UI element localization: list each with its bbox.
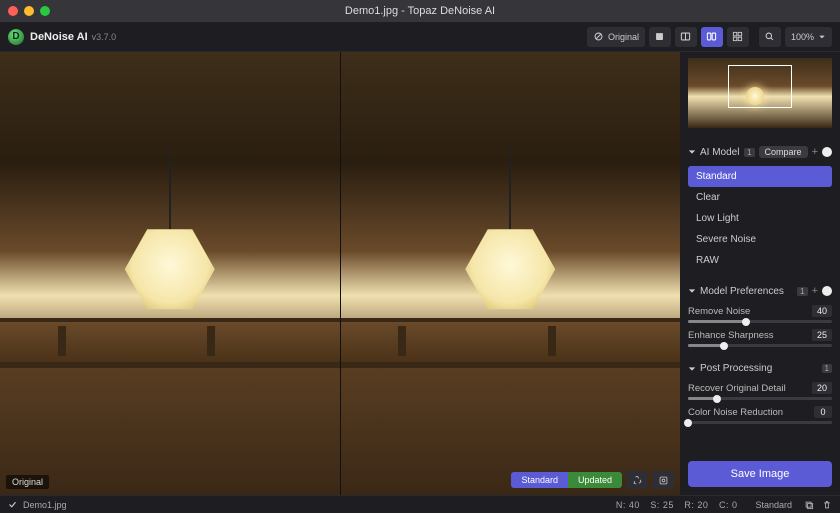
app-name: DeNoise AI: [30, 31, 88, 43]
zoom-window-button[interactable]: [40, 6, 50, 16]
zoom-level-dropdown[interactable]: 100%: [785, 27, 832, 47]
toolbar: D DeNoise AI v3.7.0 Original 100%: [0, 22, 840, 52]
ai-model-badge: 1: [744, 148, 754, 157]
status-params: N: 40 S: 25 R: 20 C: 0: [612, 500, 742, 510]
add-pref-button[interactable]: +: [812, 285, 818, 297]
remove-noise-value[interactable]: 40: [812, 305, 832, 317]
color-noise-track[interactable]: [688, 421, 832, 424]
post-processing-section-header[interactable]: Post Processing 1: [688, 363, 832, 374]
recover-value[interactable]: 20: [812, 382, 832, 394]
trash-icon[interactable]: [822, 500, 832, 510]
add-model-button[interactable]: +: [812, 146, 818, 158]
close-window-button[interactable]: [8, 6, 18, 16]
view-grid-button[interactable]: [727, 27, 749, 47]
side-by-side-icon: [706, 31, 717, 42]
enhance-sharpness-slider: Enhance Sharpness25: [688, 329, 832, 347]
status-bar: Demo1.jpg N: 40 S: 25 R: 20 C: 0 Standar…: [0, 495, 840, 513]
prefs-toggle[interactable]: [822, 286, 832, 296]
recover-detail-slider: Recover Original Detail20: [688, 382, 832, 400]
recover-track[interactable]: [688, 397, 832, 400]
remove-noise-track[interactable]: [688, 320, 832, 323]
sharpness-track[interactable]: [688, 344, 832, 347]
model-option-standard[interactable]: Standard: [688, 166, 832, 187]
minimize-window-button[interactable]: [24, 6, 34, 16]
recycle-button[interactable]: [626, 471, 648, 489]
prefs-badge: 1: [797, 287, 807, 296]
recycle-icon: [632, 475, 643, 486]
chevron-down-icon: [688, 148, 696, 156]
copy-icon[interactable]: [804, 500, 814, 510]
model-option-clear[interactable]: Clear: [688, 187, 832, 208]
original-pane: Original: [0, 52, 340, 495]
color-noise-slider: Color Noise Reduction0: [688, 406, 832, 424]
compare-button[interactable]: Compare: [759, 146, 808, 158]
sidebar: AI Model 1 Compare + Standard Clear Low …: [680, 52, 840, 495]
model-option-low-light[interactable]: Low Light: [688, 208, 832, 229]
navigator-thumbnail[interactable]: [688, 58, 832, 128]
color-noise-value[interactable]: 0: [814, 406, 832, 418]
chevron-down-icon: [818, 33, 826, 41]
split-view-icon: [680, 31, 691, 42]
status-filename[interactable]: Demo1.jpg: [23, 500, 67, 510]
image-viewer[interactable]: Original Standard Updated: [0, 52, 680, 495]
processed-model-pill: Standard Updated: [511, 472, 622, 488]
processed-pane: Standard Updated: [340, 52, 681, 495]
view-split-button[interactable]: [675, 27, 697, 47]
post-badge: 1: [822, 364, 832, 373]
model-option-raw[interactable]: RAW: [688, 250, 832, 271]
app-logo-icon: D: [8, 29, 24, 45]
grid-view-icon: [732, 31, 743, 42]
ai-model-toggle[interactable]: [822, 147, 832, 157]
magnifier-icon: [764, 31, 775, 42]
model-option-severe-noise[interactable]: Severe Noise: [688, 229, 832, 250]
window-title: Demo1.jpg - Topaz DeNoise AI: [0, 5, 840, 17]
original-view-button[interactable]: Original: [587, 27, 645, 47]
processed-updated-label: Updated: [568, 472, 622, 488]
check-icon: [8, 500, 17, 509]
view-single-button[interactable]: [649, 27, 671, 47]
model-list: Standard Clear Low Light Severe Noise RA…: [688, 166, 832, 271]
status-model: Standard: [755, 500, 792, 510]
mask-icon: [658, 475, 669, 486]
save-image-button[interactable]: Save Image: [688, 461, 832, 487]
ai-model-section-header[interactable]: AI Model 1 Compare +: [688, 146, 832, 158]
navigator-viewport-box[interactable]: [728, 65, 791, 108]
model-preferences-section-header[interactable]: Model Preferences 1 +: [688, 285, 832, 297]
chevron-down-icon: [688, 365, 696, 373]
remove-noise-slider: Remove Noise40: [688, 305, 832, 323]
original-label: Original: [6, 475, 49, 489]
window-controls: [8, 6, 50, 16]
mask-button[interactable]: [652, 471, 674, 489]
chevron-down-icon: [688, 287, 696, 295]
view-side-by-side-button[interactable]: [701, 27, 723, 47]
sharpness-value[interactable]: 25: [812, 329, 832, 341]
zoom-tool-button[interactable]: [759, 27, 781, 47]
titlebar: Demo1.jpg - Topaz DeNoise AI: [0, 0, 840, 22]
circle-slash-icon: [593, 31, 604, 42]
processed-standard-label: Standard: [511, 472, 568, 488]
app-version: v3.7.0: [92, 32, 117, 42]
single-view-icon: [654, 31, 665, 42]
